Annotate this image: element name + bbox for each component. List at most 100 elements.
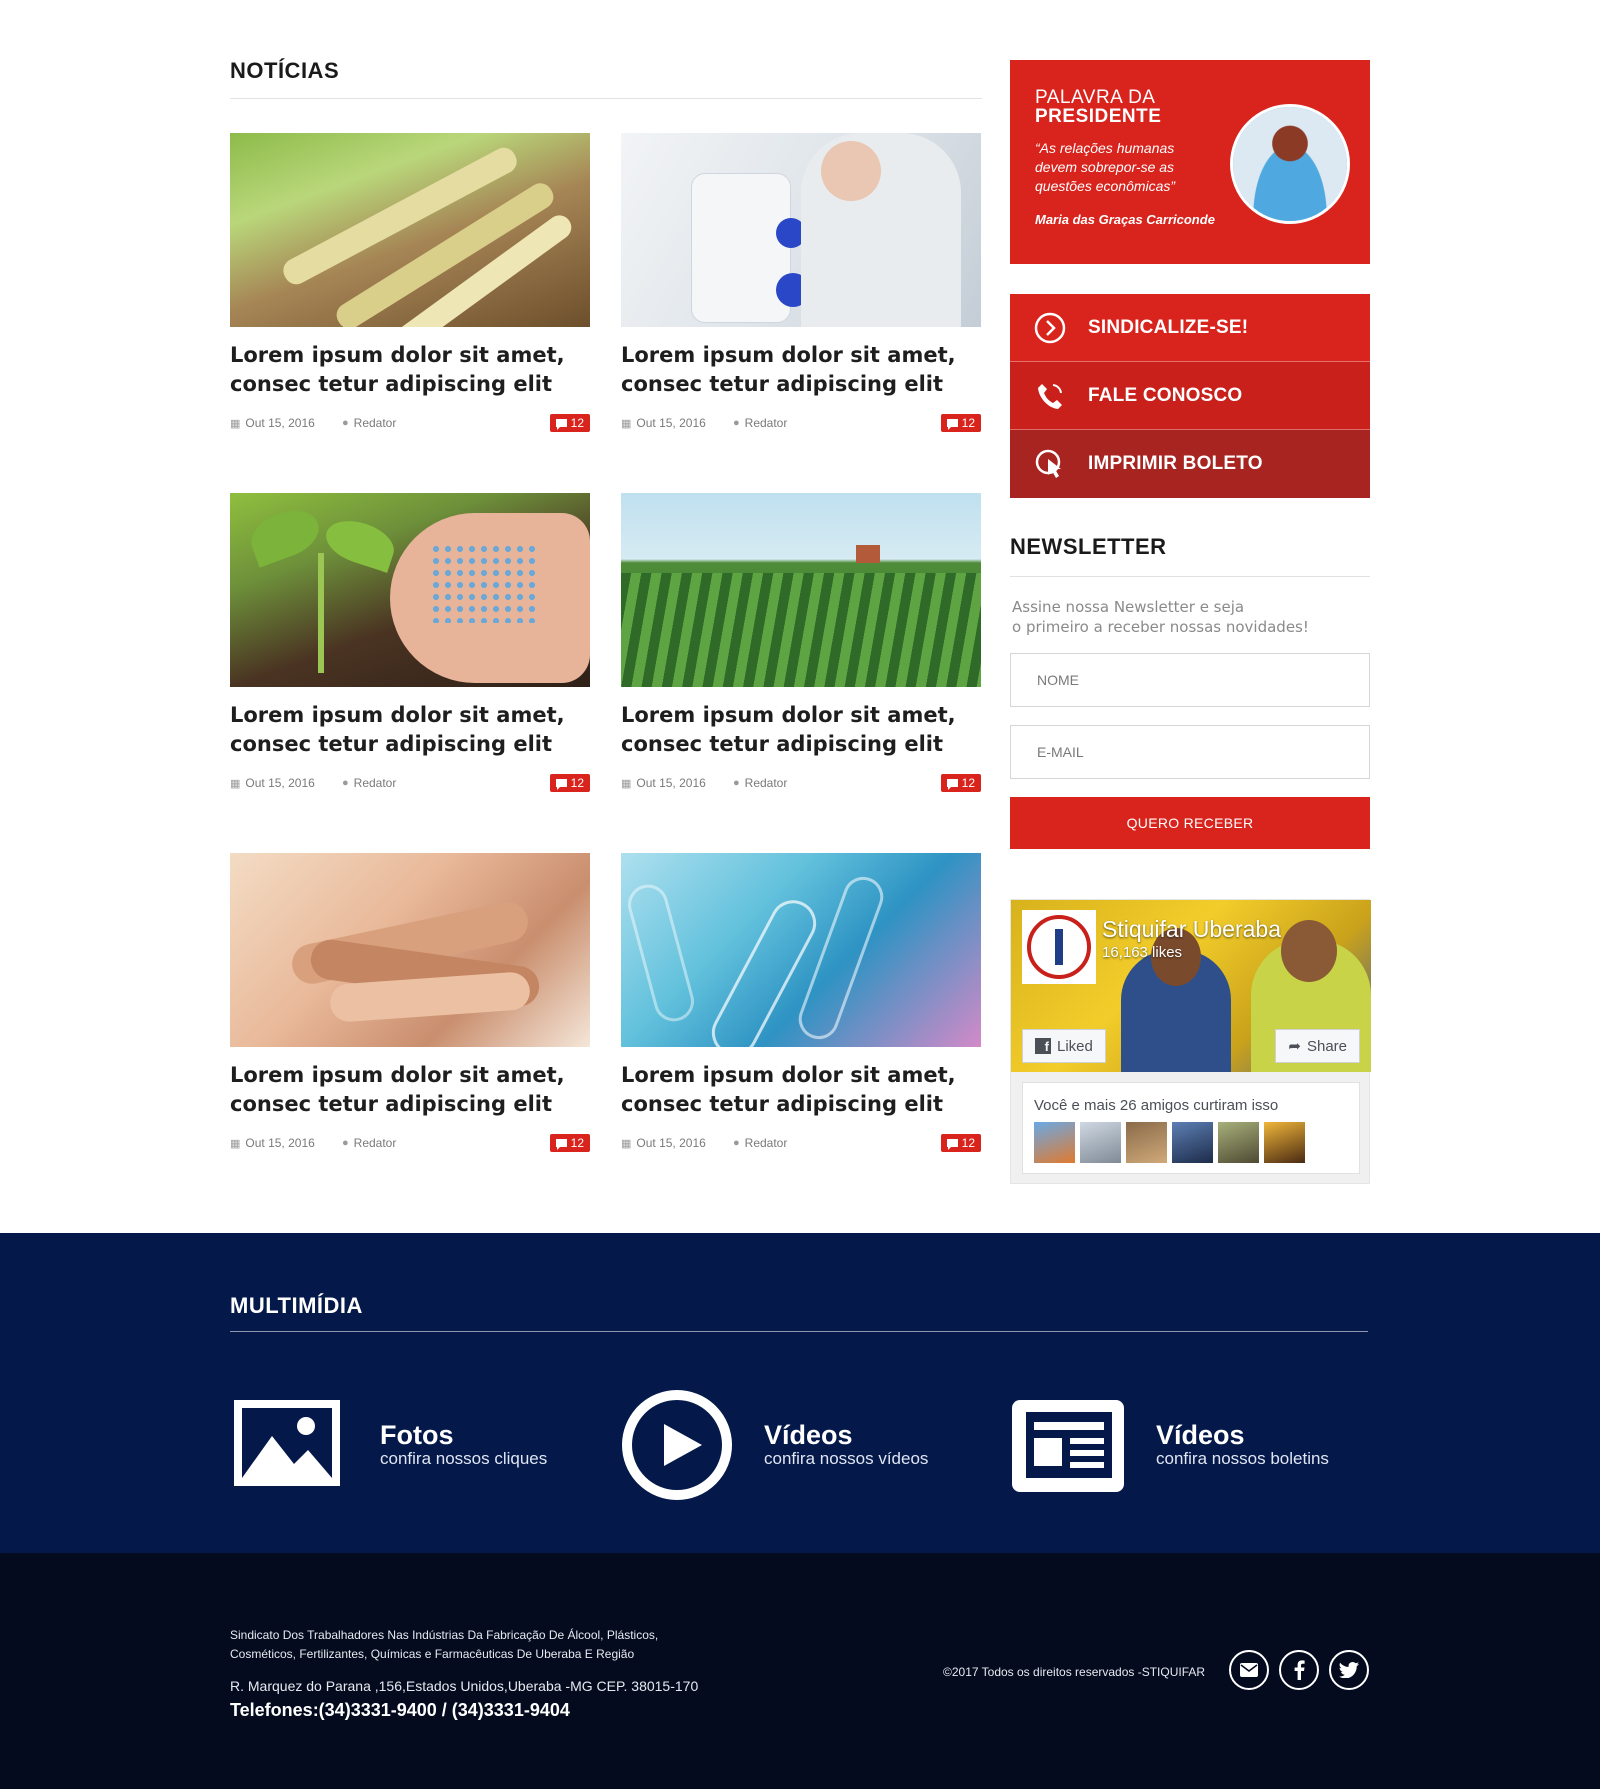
calendar-icon: ▦ (230, 417, 241, 430)
president-quote: “As relações humanas devem sobrepor-se a… (1035, 140, 1176, 194)
newsletter-email-field[interactable]: E-MAIL (1010, 725, 1370, 779)
comments-badge[interactable]: 12 (549, 774, 590, 792)
facebook-icon[interactable] (1279, 1650, 1319, 1690)
user-icon: ● (733, 417, 740, 429)
news-author: Redator (744, 416, 788, 430)
multimedia-photos-sub: confira nossos cliques (380, 1449, 548, 1468)
news-image-seedling-fertilizer[interactable] (230, 493, 590, 687)
footer-desc-line1: Sindicato Dos Trabalhadores Nas Indústri… (230, 1628, 659, 1642)
facebook-share-label: Share (1306, 1037, 1347, 1055)
facebook-widget: Stiquifar Uberaba 16,163 likes f Liked ➦… (1010, 899, 1371, 1184)
facebook-page-logo[interactable] (1022, 910, 1096, 984)
comments-badge[interactable]: 12 (549, 414, 590, 432)
facebook-friends-box: Você e mais 26 amigos curtiram isso (1022, 1082, 1360, 1174)
news-image-lab-microscope[interactable] (621, 133, 981, 327)
footer-copyright: ©2017 Todos os direitos reservados -STIQ… (943, 1665, 1206, 1679)
imprimir-boleto-label: IMPRIMIR BOLETO (1088, 453, 1263, 474)
president-word-box[interactable]: PALAVRA DA PRESIDENTE “As relações human… (1010, 60, 1370, 264)
comments-badge[interactable]: 12 (940, 414, 981, 432)
facebook-share-button[interactable]: ➦ Share (1275, 1029, 1360, 1063)
footer: Sindicato Dos Trabalhadores Nas Indústri… (0, 1553, 1600, 1789)
comment-icon (946, 419, 958, 430)
avatar[interactable] (1080, 1122, 1121, 1163)
multimedia-videos-sub: confira nossos vídeos (764, 1449, 929, 1468)
multimedia-bulletins-sub: confira nossos boletins (1156, 1449, 1329, 1468)
comments-count: 12 (570, 1136, 584, 1150)
comments-badge[interactable]: 12 (549, 1134, 590, 1152)
news-author: Redator (353, 416, 397, 430)
news-card[interactable]: Lorem ipsum dolor sit amet, consec tetur… (230, 133, 590, 493)
image-icon (230, 1388, 344, 1502)
imprimir-boleto-button[interactable]: IMPRIMIR BOLETO (1010, 430, 1370, 498)
calendar-icon: ▦ (621, 1137, 632, 1150)
news-card-title[interactable]: Lorem ipsum dolor sit amet, consec tetur… (621, 1061, 981, 1119)
user-icon: ● (342, 1137, 349, 1149)
comment-icon (946, 779, 958, 790)
news-card-title[interactable]: Lorem ipsum dolor sit amet, consec tetur… (230, 1061, 590, 1119)
news-author: Redator (353, 1136, 397, 1150)
news-card-title[interactable]: Lorem ipsum dolor sit amet, consec tetur… (230, 701, 590, 759)
chevron-circle-icon (1034, 312, 1066, 344)
multimedia-photos-head: Fotos (380, 1420, 454, 1450)
newspaper-icon (1010, 1388, 1124, 1502)
multimedia-videos[interactable]: Vídeos confira nossos vídeos (620, 1388, 928, 1502)
facebook-friend-avatars (1034, 1122, 1359, 1163)
user-icon: ● (342, 777, 349, 789)
comments-badge[interactable]: 12 (940, 1134, 981, 1152)
avatar[interactable] (1218, 1122, 1259, 1163)
fale-conosco-label: FALE CONOSCO (1088, 384, 1243, 406)
avatar[interactable] (1034, 1122, 1075, 1163)
play-icon (620, 1388, 734, 1502)
comment-icon (555, 419, 567, 430)
news-card[interactable]: Lorem ipsum dolor sit amet, consec tetur… (621, 133, 981, 493)
news-card[interactable]: Lorem ipsum dolor sit amet, consec tetur… (230, 493, 590, 853)
news-grid: Lorem ipsum dolor sit amet, consec tetur… (230, 133, 982, 1213)
multimedia-photos[interactable]: Fotos confira nossos cliques (230, 1388, 547, 1502)
share-icon: ➦ (1288, 1038, 1301, 1055)
fale-conosco-button[interactable]: FALE CONOSCO (1010, 362, 1370, 430)
facebook-friends-text: Você e mais 26 amigos curtiram isso (1034, 1097, 1279, 1114)
news-section: NOTÍCIAS Lorem ipsum dolor sit amet, con… (230, 58, 982, 1213)
news-author: Redator (353, 776, 397, 790)
phone-icon (1034, 380, 1066, 412)
news-card-title[interactable]: Lorem ipsum dolor sit amet, consec tetur… (621, 701, 981, 759)
calendar-icon: ▦ (621, 777, 632, 790)
president-label-small: PALAVRA DA (1035, 87, 1156, 108)
sindicalize-button[interactable]: SINDICALIZE-SE! (1010, 294, 1370, 362)
news-card-title[interactable]: Lorem ipsum dolor sit amet, consec tetur… (621, 341, 981, 399)
facebook-icon: f (1035, 1038, 1051, 1054)
newsletter-submit-button[interactable]: QUERO RECEBER (1010, 797, 1370, 849)
newsletter-name-field[interactable]: NOME (1010, 653, 1370, 707)
news-image-sugarcane[interactable] (230, 133, 590, 327)
twitter-icon[interactable] (1329, 1650, 1369, 1690)
news-title: NOTÍCIAS (230, 58, 982, 99)
footer-desc-line2: Cosméticos, Fertilizantes, Químicas e Fa… (230, 1647, 635, 1661)
avatar[interactable] (1172, 1122, 1213, 1163)
news-card[interactable]: Lorem ipsum dolor sit amet, consec tetur… (230, 853, 590, 1213)
news-image-test-tubes[interactable] (621, 853, 981, 1047)
president-avatar (1230, 104, 1350, 224)
comments-badge[interactable]: 12 (940, 774, 981, 792)
comment-icon (555, 779, 567, 790)
news-date: Out 15, 2016 (245, 416, 315, 430)
facebook-liked-button[interactable]: f Liked (1022, 1029, 1106, 1063)
multimedia-bulletins[interactable]: Vídeos confira nossos boletins (1010, 1388, 1329, 1502)
news-date: Out 15, 2016 (245, 776, 315, 790)
news-image-crop-field[interactable] (621, 493, 981, 687)
news-image-stacked-hands[interactable] (230, 853, 590, 1047)
news-author: Redator (744, 776, 788, 790)
email-icon[interactable] (1229, 1650, 1269, 1690)
facebook-cover[interactable]: Stiquifar Uberaba 16,163 likes f Liked ➦… (1011, 900, 1371, 1072)
multimedia-videos-head: Vídeos (764, 1420, 853, 1450)
avatar[interactable] (1264, 1122, 1305, 1163)
avatar[interactable] (1126, 1122, 1167, 1163)
news-card[interactable]: Lorem ipsum dolor sit amet, consec tetur… (621, 853, 981, 1213)
news-card-meta: ▦ Out 15, 2016 ● Redator 12 (230, 773, 590, 793)
news-card-meta: ▦ Out 15, 2016 ● Redator 12 (621, 773, 981, 793)
news-card[interactable]: Lorem ipsum dolor sit amet, consec tetur… (621, 493, 981, 853)
facebook-page-name[interactable]: Stiquifar Uberaba (1102, 916, 1281, 943)
news-card-title[interactable]: Lorem ipsum dolor sit amet, consec tetur… (230, 341, 590, 399)
user-icon: ● (342, 417, 349, 429)
calendar-icon: ▦ (230, 777, 241, 790)
news-date: Out 15, 2016 (245, 1136, 315, 1150)
